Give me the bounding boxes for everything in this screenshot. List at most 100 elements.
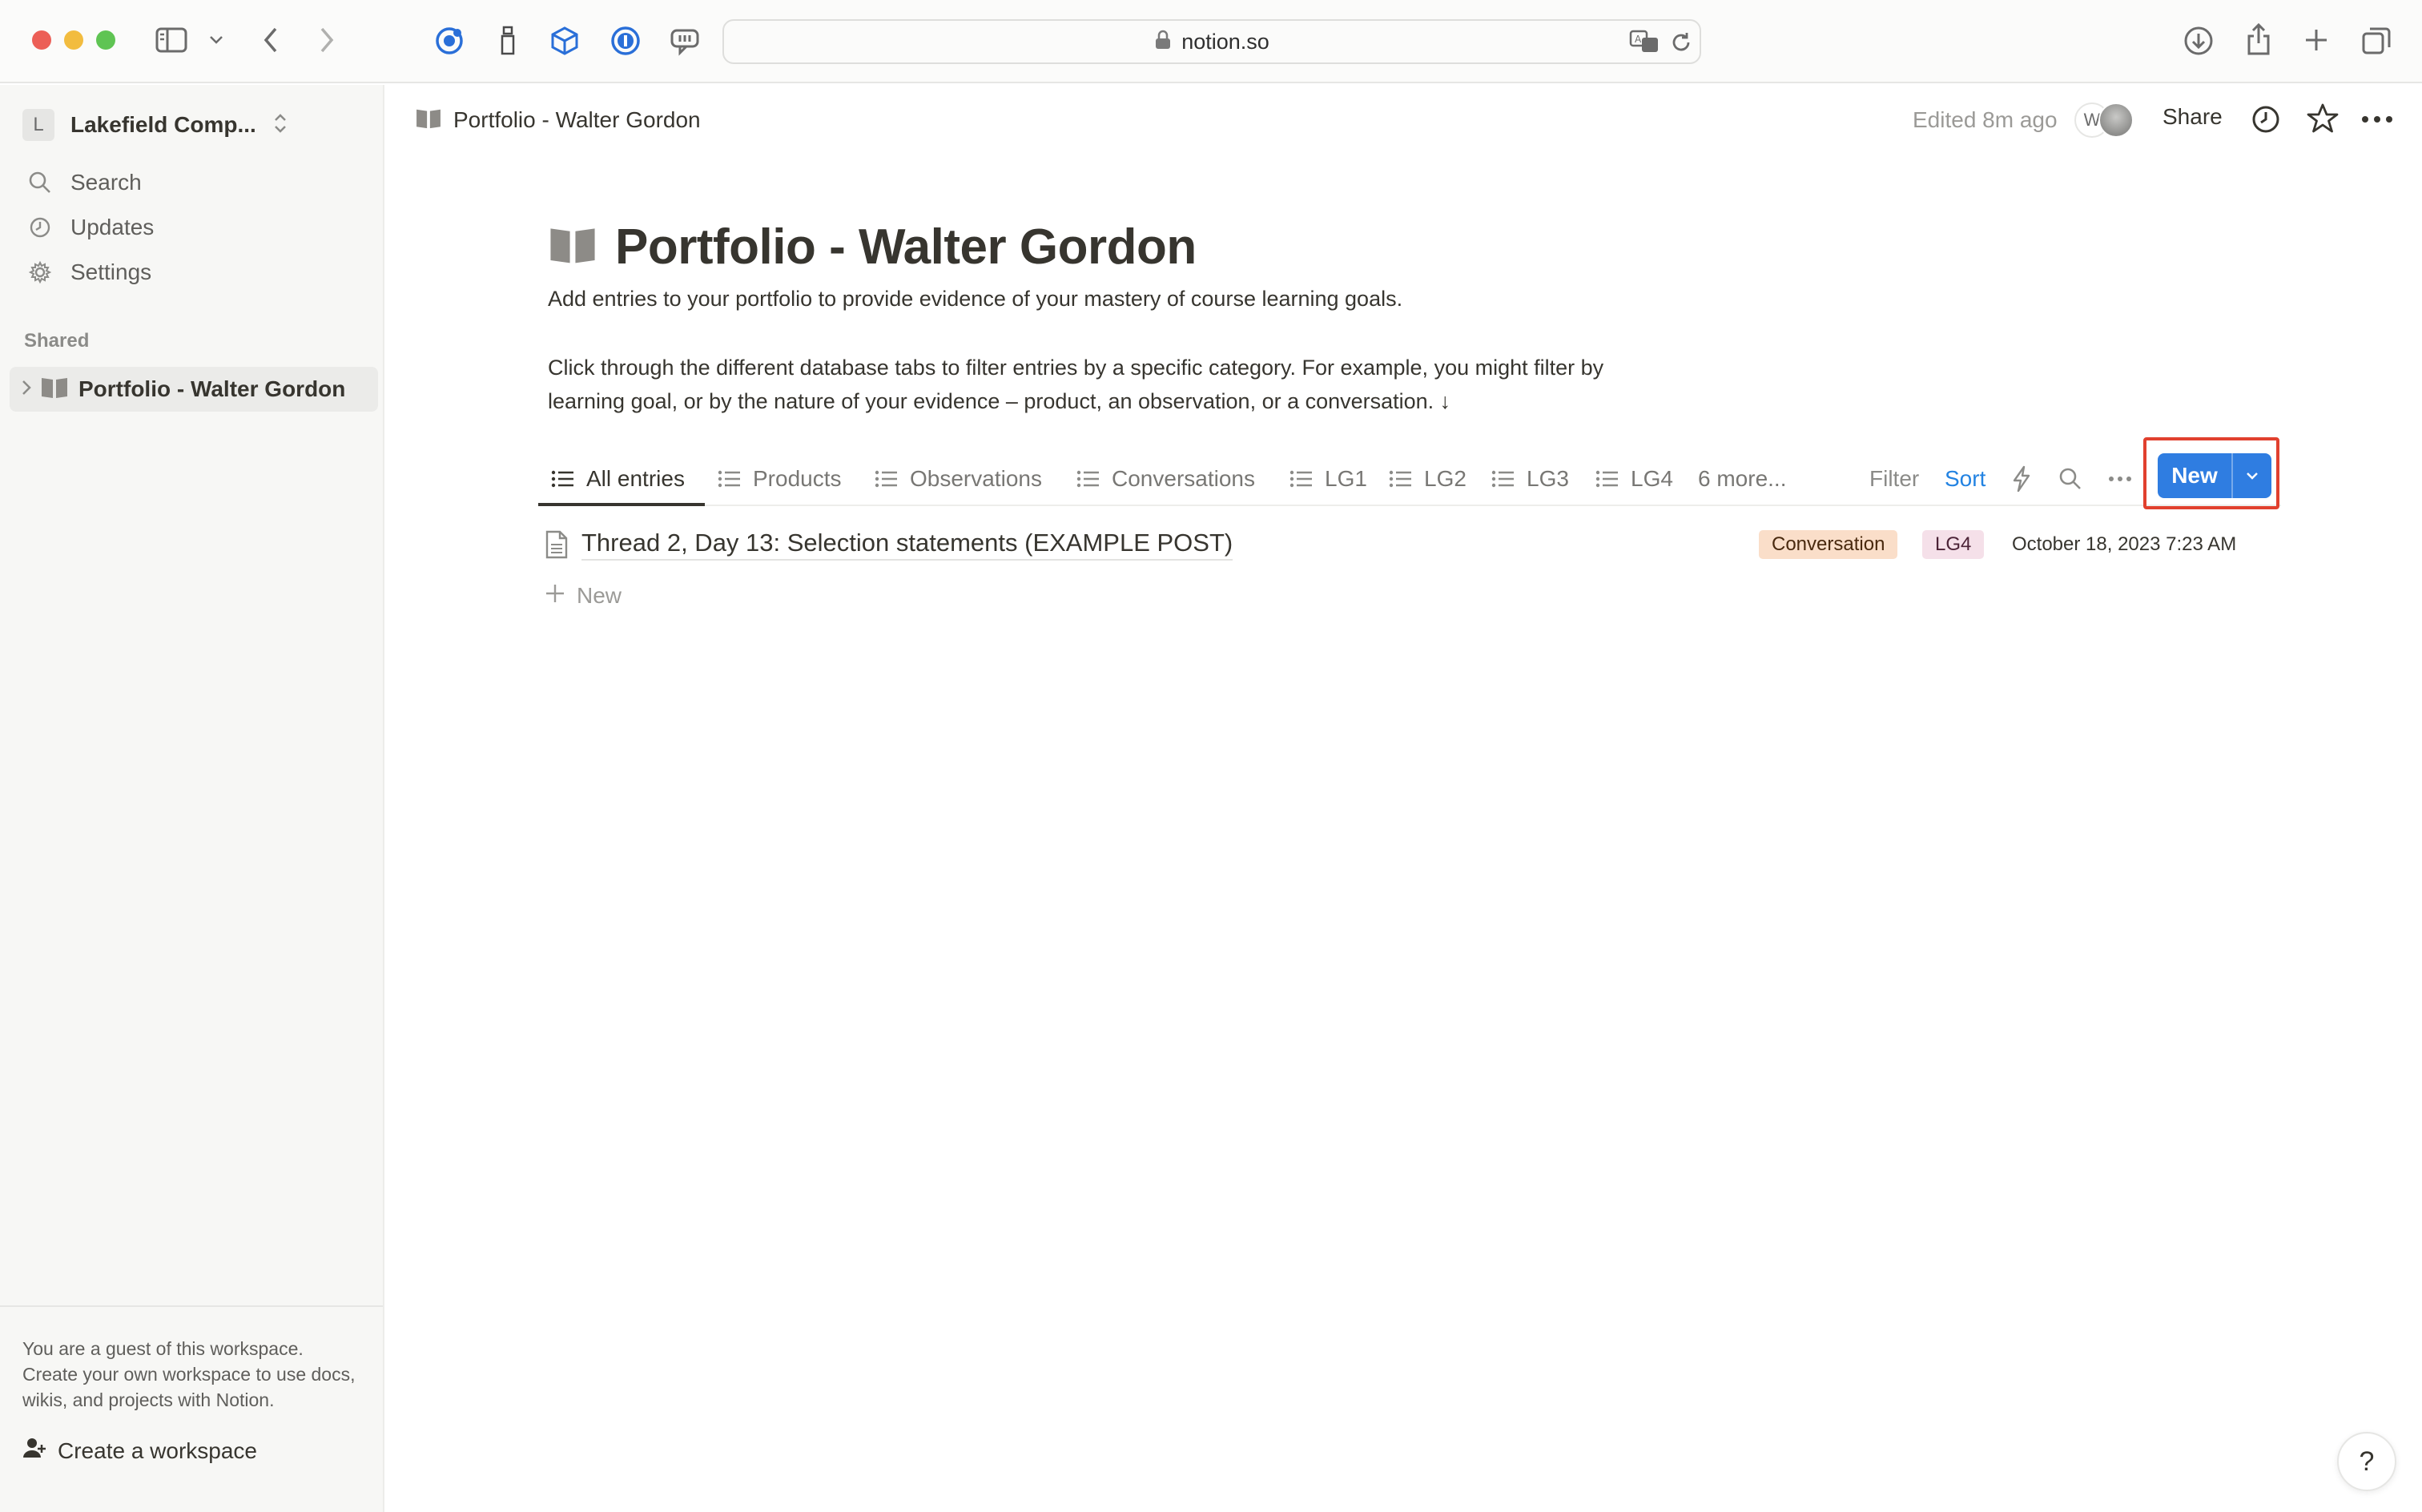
more-options-icon[interactable]: [2361, 115, 2393, 123]
workspace-name: Lakefield Comp...: [70, 112, 256, 137]
automation-lightning-icon[interactable]: [2012, 452, 2031, 506]
book-icon: [40, 376, 69, 404]
sidebar-item-updates[interactable]: Updates: [26, 207, 154, 248]
row-title[interactable]: Thread 2, Day 13: Selection statements (…: [581, 529, 1233, 561]
breadcrumb[interactable]: Portfolio - Walter Gordon: [415, 103, 701, 138]
translate-icon[interactable]: A: [1629, 29, 1661, 58]
page-book-icon[interactable]: [548, 224, 597, 270]
reload-icon[interactable]: [1669, 30, 1693, 58]
search-icon[interactable]: [2058, 452, 2082, 506]
page-description-1[interactable]: Add entries to your portfolio to provide…: [548, 282, 1402, 316]
workspace-switcher[interactable]: L Lakefield Comp...: [22, 103, 288, 147]
extension-sync-icon[interactable]: [432, 24, 466, 58]
add-new-row-button[interactable]: New: [545, 578, 622, 613]
zoom-window-button[interactable]: [96, 30, 115, 50]
list-icon: [551, 469, 575, 489]
tab-products[interactable]: Products: [718, 452, 842, 506]
table-row[interactable]: Thread 2, Day 13: Selection statements (…: [538, 522, 2281, 567]
list-icon: [1076, 469, 1100, 489]
sidebar-item-settings[interactable]: Settings: [26, 251, 151, 293]
tab-lg1[interactable]: LG1: [1289, 452, 1367, 506]
tab-overview-icon[interactable]: [2360, 24, 2393, 58]
row-date: October 18, 2023 7:23 AM: [2012, 533, 2237, 555]
tab-label: LG4: [1631, 466, 1673, 491]
avatar: [2098, 103, 2134, 138]
back-icon[interactable]: [258, 24, 284, 56]
collaborator-avatars[interactable]: W: [2074, 99, 2146, 141]
sidebar-item-portfolio[interactable]: Portfolio - Walter Gordon: [10, 367, 378, 412]
tag-conversation: Conversation: [1759, 530, 1898, 559]
new-tab-icon[interactable]: [2302, 26, 2331, 54]
list-icon: [1389, 469, 1413, 489]
list-icon: [1289, 469, 1314, 489]
page-title[interactable]: Portfolio - Walter Gordon: [615, 219, 1197, 275]
plus-icon: [545, 583, 565, 609]
downloads-icon[interactable]: [2182, 24, 2215, 58]
active-tab-indicator: [538, 503, 705, 506]
filter-button[interactable]: Filter: [1869, 452, 1919, 506]
list-icon: [1595, 469, 1619, 489]
sort-button[interactable]: Sort: [1945, 452, 1985, 506]
tab-observations[interactable]: Observations: [875, 452, 1042, 506]
chevron-down-icon[interactable]: [207, 30, 226, 50]
list-icon: [718, 469, 742, 489]
tab-more[interactable]: 6 more...: [1698, 452, 1786, 506]
forward-icon[interactable]: [314, 24, 340, 56]
page-header: Portfolio - Walter Gordon: [548, 215, 1197, 279]
highlight-box: [2143, 437, 2279, 509]
chevron-right-icon[interactable]: [21, 379, 32, 400]
list-icon: [875, 469, 899, 489]
workspace-avatar: L: [22, 109, 54, 141]
sidebar-toggle-icon[interactable]: [154, 26, 189, 54]
page-description-3[interactable]: learning goal, or by the nature of your …: [548, 384, 1450, 418]
favorite-star-icon[interactable]: [2307, 103, 2339, 135]
history-icon[interactable]: [2251, 104, 2281, 135]
extension-chat-icon[interactable]: [668, 26, 702, 58]
share-sheet-icon[interactable]: [2243, 21, 2275, 58]
create-workspace-label: Create a workspace: [58, 1438, 258, 1463]
sidebar-item-label: Settings: [70, 259, 152, 284]
tab-label: Products: [753, 466, 842, 491]
sidebar: L Lakefield Comp... Search Updates Setti…: [0, 85, 384, 1512]
tab-conversations[interactable]: Conversations: [1076, 452, 1255, 506]
more-options-icon[interactable]: [2108, 452, 2132, 506]
address-bar[interactable]: notion.so A: [722, 19, 1701, 64]
browser-toolbar: notion.so A: [0, 0, 2422, 83]
share-button[interactable]: Share: [2162, 104, 2223, 130]
extension-cube-icon[interactable]: [548, 24, 581, 58]
database-view-tabs: All entries Products Observations Conver…: [538, 452, 2281, 506]
tab-lg3[interactable]: LG3: [1491, 452, 1569, 506]
sidebar-item-label: Search: [70, 170, 142, 195]
minimize-window-button[interactable]: [64, 30, 83, 50]
page-topbar: Portfolio - Walter Gordon Edited 8m ago …: [386, 85, 2422, 155]
book-icon: [415, 107, 442, 134]
help-button[interactable]: ?: [2337, 1432, 2396, 1491]
tab-label: All entries: [586, 466, 685, 491]
tab-lg2[interactable]: LG2: [1389, 452, 1466, 506]
guest-notice: You are a guest of this workspace. Creat…: [0, 1305, 383, 1465]
sidebar-item-search[interactable]: Search: [26, 162, 142, 203]
search-icon: [26, 168, 54, 197]
tab-lg4[interactable]: LG4: [1595, 452, 1673, 506]
close-window-button[interactable]: [32, 30, 51, 50]
tab-all-entries[interactable]: All entries: [551, 452, 685, 506]
sidebar-section-shared: Shared: [24, 330, 90, 352]
tab-label: LG2: [1424, 466, 1466, 491]
extension-bottle-icon[interactable]: [493, 24, 522, 58]
breadcrumb-label: Portfolio - Walter Gordon: [453, 107, 701, 132]
tag-lg4: LG4: [1922, 530, 1985, 559]
sidebar-item-label: Updates: [70, 215, 155, 239]
url-text: notion.so: [1181, 29, 1269, 54]
add-new-label: New: [577, 583, 622, 608]
sidebar-item-label: Portfolio - Walter Gordon: [78, 376, 346, 401]
password-manager-icon[interactable]: [609, 24, 642, 58]
page-icon: [545, 530, 569, 563]
tab-label: Observations: [910, 466, 1042, 491]
gear-icon: [26, 258, 54, 287]
edited-timestamp: Edited 8m ago: [1913, 107, 2058, 132]
lock-icon: [1154, 30, 1172, 54]
clock-icon: [26, 213, 54, 242]
add-person-icon: [22, 1437, 46, 1465]
page-description-2[interactable]: Click through the different database tab…: [548, 351, 1603, 384]
create-workspace-button[interactable]: Create a workspace: [22, 1437, 360, 1465]
